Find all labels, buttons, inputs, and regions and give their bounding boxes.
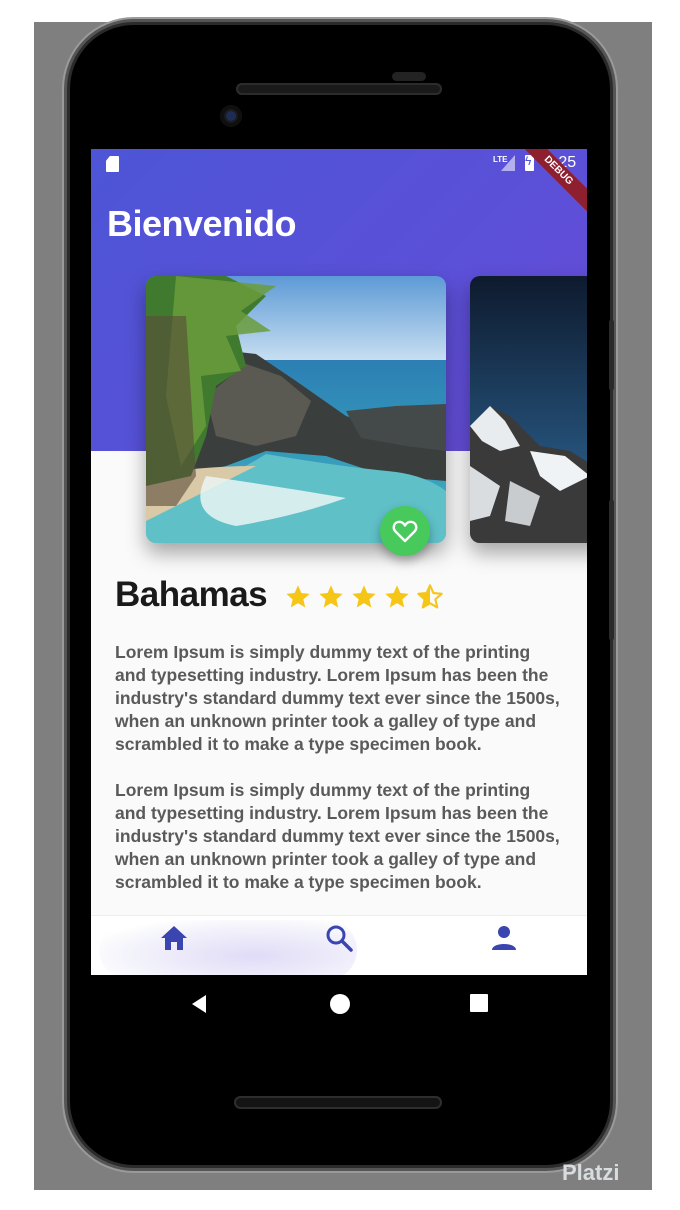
signal-icon (501, 155, 515, 171)
bottom-navigation (91, 915, 587, 975)
page-title: Bienvenido (107, 203, 297, 244)
star-full-icon (385, 585, 409, 608)
back-icon[interactable] (190, 993, 208, 1015)
debug-label: DEBUG (517, 149, 587, 216)
app-screen: LTE 6:25 DEBUG Bienvenido (91, 149, 587, 975)
recents-icon[interactable] (469, 993, 489, 1013)
nav-search[interactable] (321, 922, 357, 954)
status-bar: LTE 6:25 (91, 149, 587, 177)
nav-profile[interactable] (486, 922, 522, 954)
home-icon (161, 926, 187, 950)
beach-image (146, 276, 446, 543)
home-circle-icon[interactable] (329, 993, 351, 1015)
power-button (609, 320, 614, 390)
sd-card-icon (106, 156, 119, 172)
rating-stars (284, 583, 444, 611)
destination-card-beach[interactable] (146, 276, 446, 543)
search-icon (326, 925, 353, 952)
destination-card-mountain[interactable] (470, 276, 587, 543)
nav-ripple (99, 920, 357, 975)
bottom-speaker (234, 1096, 442, 1109)
description-paragraph-2: Lorem Ipsum is simply dummy text of the … (115, 780, 560, 892)
top-slot (392, 72, 426, 81)
mountain-image (470, 276, 587, 543)
favorite-button[interactable] (380, 506, 430, 556)
volume-button (609, 500, 614, 640)
heart-outline-icon (392, 520, 418, 543)
place-name: Bahamas (115, 575, 268, 614)
debug-ribbon: DEBUG (517, 149, 587, 219)
person-icon (492, 926, 516, 950)
description-paragraph-1: Lorem Ipsum is simply dummy text of the … (115, 642, 560, 754)
watermark: Platzi (562, 1160, 620, 1185)
star-full-icon (286, 585, 310, 608)
star-half-icon (417, 584, 443, 609)
nav-home[interactable] (156, 922, 192, 954)
star-full-icon (319, 585, 343, 608)
front-camera (220, 105, 242, 127)
earpiece-speaker (236, 83, 442, 95)
system-navigation (91, 975, 587, 1035)
star-full-icon (352, 585, 376, 608)
